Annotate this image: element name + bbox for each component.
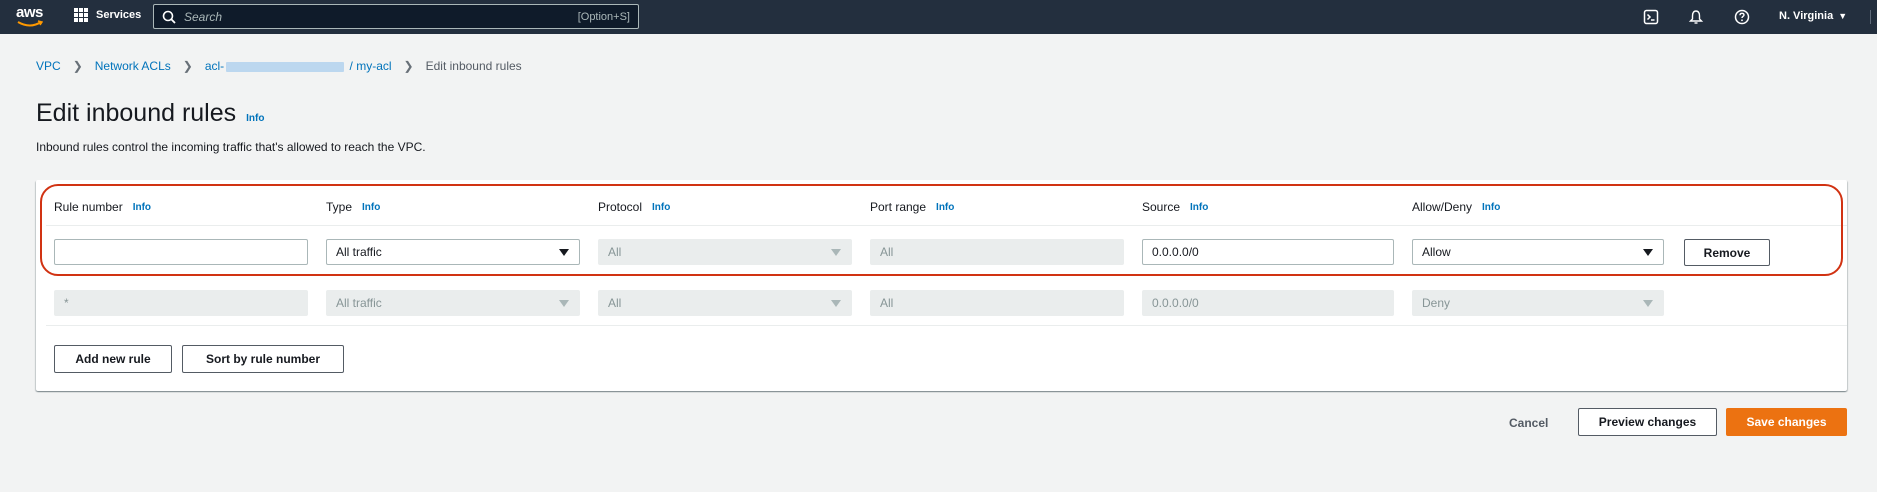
remove-rule-button[interactable]: Remove: [1684, 239, 1770, 266]
header-label: Protocol: [598, 200, 643, 214]
default-protocol-select: All: [598, 290, 852, 316]
add-new-rule-button[interactable]: Add new rule: [54, 345, 172, 373]
search-icon: [162, 10, 176, 24]
aws-logo[interactable]: aws: [16, 4, 46, 30]
allow-deny-select[interactable]: Allow: [1412, 239, 1664, 265]
port-range-input: All: [870, 239, 1124, 265]
header-source: Source Info: [1142, 200, 1208, 214]
title-info-link[interactable]: Info: [246, 113, 264, 124]
info-link[interactable]: Info: [936, 202, 954, 213]
info-link[interactable]: Info: [1482, 202, 1500, 213]
header-type: Type Info: [326, 200, 380, 214]
redacted-acl-id: [226, 61, 345, 72]
global-search-input[interactable]: Search [Option+S]: [153, 4, 639, 29]
header-label: Source: [1142, 200, 1181, 214]
save-changes-button[interactable]: Save changes: [1726, 408, 1847, 436]
acl-name: / my-acl: [349, 59, 392, 73]
info-link[interactable]: Info: [652, 202, 670, 213]
caret-down-icon: [831, 249, 841, 256]
chevron-right-icon: ❯: [403, 59, 414, 73]
info-link[interactable]: Info: [362, 202, 380, 213]
breadcrumb-acl-link[interactable]: acl- / my-acl: [205, 59, 392, 73]
row-divider: [46, 325, 1847, 326]
region-selector[interactable]: N. Virginia ▼: [1779, 10, 1847, 22]
grid-menu-icon: [74, 8, 88, 22]
default-rule-number: *: [54, 290, 308, 316]
chevron-down-icon: ▼: [1838, 11, 1848, 21]
header-allow-deny: Allow/Deny Info: [1412, 200, 1500, 214]
allow-deny-value: Allow: [1422, 245, 1451, 259]
preview-changes-button[interactable]: Preview changes: [1578, 408, 1717, 436]
header-label: Port range: [870, 200, 927, 214]
default-type-select: All traffic: [326, 290, 580, 316]
rule-number-input[interactable]: [54, 239, 308, 265]
info-link[interactable]: Info: [133, 202, 151, 213]
source-input[interactable]: 0.0.0.0/0: [1142, 239, 1394, 265]
header-label: Allow/Deny: [1412, 200, 1473, 214]
chevron-right-icon: ❯: [182, 59, 193, 73]
page-title-text: Edit inbound rules: [36, 99, 237, 127]
default-type-value: All traffic: [336, 296, 382, 310]
search-shortcut-hint: [Option+S]: [577, 10, 630, 23]
header-label: Rule number: [54, 200, 123, 214]
header-divider: [46, 225, 1847, 226]
default-allow-deny-value: Deny: [1422, 296, 1451, 310]
default-port-range: All: [870, 290, 1124, 316]
type-select[interactable]: All traffic: [326, 239, 580, 265]
header-label: Type: [326, 200, 353, 214]
help-icon[interactable]: [1734, 9, 1750, 25]
nav-divider: [1870, 10, 1871, 24]
aws-logo-text: aws: [16, 4, 43, 21]
default-source: 0.0.0.0/0: [1142, 290, 1394, 316]
cloudshell-icon[interactable]: [1643, 9, 1659, 25]
caret-down-icon: [1643, 300, 1653, 307]
protocol-value: All: [608, 245, 622, 259]
breadcrumb-vpc-link[interactable]: VPC: [36, 59, 61, 73]
top-navigation-bar: aws Services Search [Option+S] N. Virgin…: [0, 0, 1877, 34]
services-menu-button[interactable]: Services: [74, 8, 141, 22]
caret-down-icon: [559, 300, 569, 307]
header-port-range: Port range Info: [870, 200, 954, 214]
info-link[interactable]: Info: [1190, 202, 1208, 213]
type-value: All traffic: [336, 245, 382, 259]
header-protocol: Protocol Info: [598, 200, 670, 214]
breadcrumb-network-acls-link[interactable]: Network ACLs: [95, 59, 171, 73]
page-description: Inbound rules control the incoming traff…: [36, 140, 426, 154]
services-label: Services: [96, 9, 142, 21]
cancel-button[interactable]: Cancel: [1509, 416, 1548, 430]
page-title: Edit inbound rules Info: [36, 99, 264, 128]
breadcrumb-current: Edit inbound rules: [425, 59, 522, 73]
header-rule-number: Rule number Info: [54, 200, 151, 214]
default-allow-deny-select: Deny: [1412, 290, 1664, 316]
bell-icon[interactable]: [1688, 9, 1704, 25]
aws-smile-icon: [17, 20, 43, 27]
protocol-select: All: [598, 239, 852, 265]
breadcrumb: VPC ❯ Network ACLs ❯ acl- / my-acl ❯ Edi…: [36, 59, 522, 73]
caret-down-icon: [1643, 249, 1653, 256]
search-placeholder: Search: [184, 9, 223, 24]
default-protocol-value: All: [608, 296, 622, 310]
chevron-right-icon: ❯: [72, 59, 83, 73]
caret-down-icon: [559, 249, 569, 256]
caret-down-icon: [831, 300, 841, 307]
acl-id-prefix: acl-: [204, 59, 225, 73]
region-label: N. Virginia: [1779, 10, 1834, 22]
sort-by-rule-number-button[interactable]: Sort by rule number: [182, 345, 344, 373]
